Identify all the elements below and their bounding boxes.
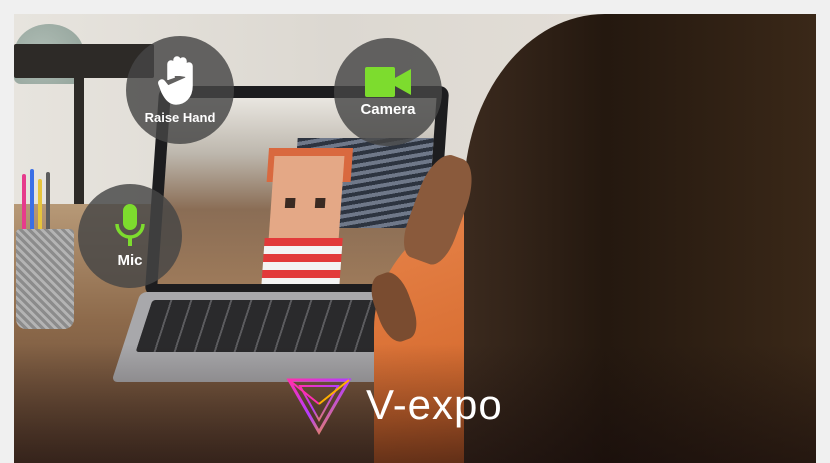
avatar-body (260, 238, 343, 284)
camera-icon (365, 66, 411, 97)
mic-button[interactable]: Mic (78, 184, 182, 288)
pencil-cup (16, 229, 74, 329)
frame: Raise Hand Camera Mic V-expo (0, 0, 830, 463)
raise-hand-label: Raise Hand (144, 109, 216, 125)
brand-name: V-expo (366, 381, 503, 428)
mic-label: Mic (117, 251, 143, 269)
camera-label: Camera (360, 100, 416, 118)
avatar-eye (314, 198, 326, 208)
hand-icon (158, 55, 193, 105)
vexpo-logo-icon (286, 378, 352, 436)
brand-logo: V-expo (286, 374, 503, 436)
camera-button[interactable]: Camera (334, 38, 442, 146)
microphone-icon (115, 203, 145, 246)
shelf-leg-decor (74, 74, 84, 204)
avatar-eye (284, 198, 296, 208)
raise-hand-button[interactable]: Raise Hand (126, 36, 234, 144)
avatar-head (268, 156, 345, 238)
